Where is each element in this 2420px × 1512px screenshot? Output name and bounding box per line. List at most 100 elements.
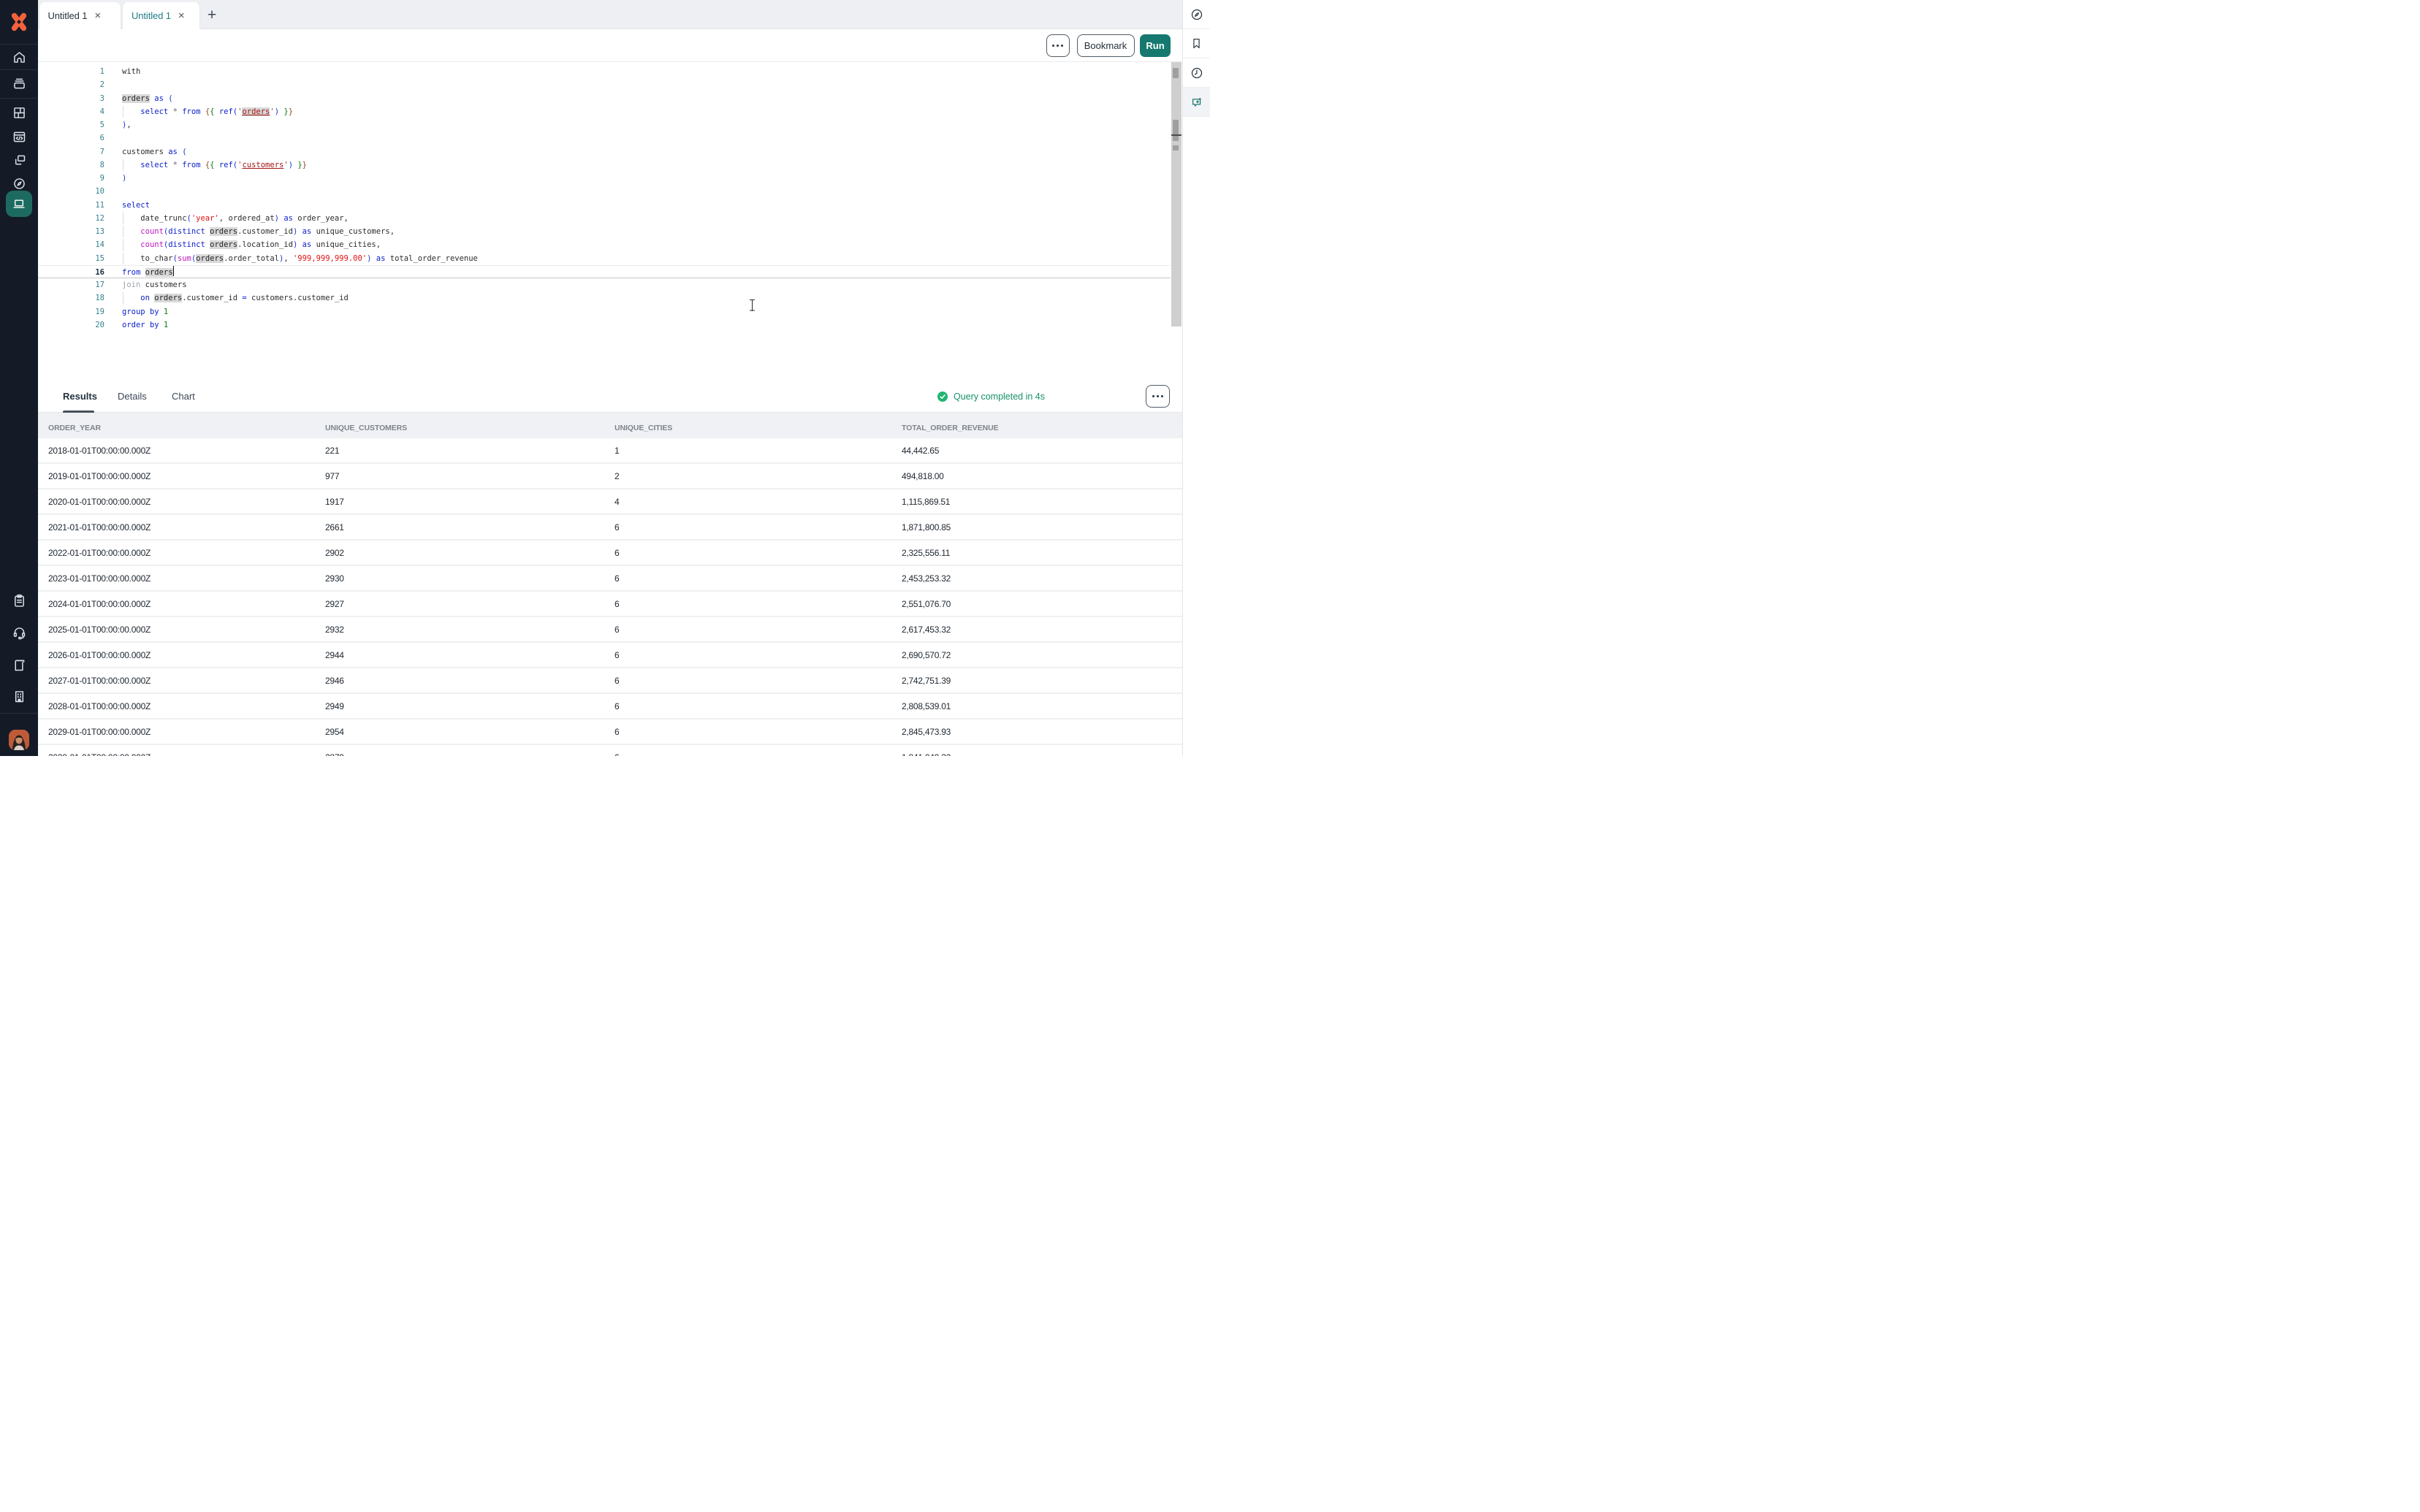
code-line-7[interactable]: 7customers as ( [38, 145, 1171, 159]
line-number: 19 [38, 305, 104, 318]
code-line-15[interactable]: 15 to_char(sum(orders.order_total), '999… [38, 252, 1171, 265]
sidebar-item-collections[interactable] [0, 71, 38, 96]
run-button[interactable]: Run [1140, 34, 1171, 57]
table-cell: 4 [614, 497, 902, 507]
code-line-10[interactable]: 10 [38, 185, 1171, 198]
tab-close-icon[interactable]: × [94, 10, 102, 21]
file-tab-2[interactable]: Untitled 1× [122, 2, 200, 29]
grid-blocks-icon [12, 105, 27, 121]
more-icon [1052, 45, 1063, 47]
table-row[interactable]: 2026-01-01T00:00:00.000Z294462,690,570.7… [38, 643, 1182, 668]
sidebar-item-organization[interactable] [0, 684, 38, 709]
code-line-2[interactable]: 2 [38, 78, 1171, 91]
table-cell: 494,818.00 [902, 471, 1182, 481]
right-sidebar-item-ai-assistant[interactable] [1183, 88, 1210, 117]
table-row[interactable]: 2030-01-01T00:00:00.000Z287961,841,049.3… [38, 745, 1182, 756]
table-cell: 2,742,751.39 [902, 676, 1182, 686]
results-more-button[interactable] [1146, 385, 1170, 408]
line-number: 12 [38, 212, 104, 225]
table-row-cells: 2027-01-01T00:00:00.000Z294662,742,751.3… [38, 668, 1182, 692]
mouse-ibeam-cursor [749, 299, 756, 312]
success-check-icon [937, 392, 948, 402]
right-sidebar-item-history[interactable] [1183, 58, 1210, 88]
sidebar-item-apps[interactable] [0, 100, 38, 125]
sidebar-item-shared[interactable] [0, 148, 38, 172]
code-text: with [122, 65, 140, 78]
column-header-unique_customers[interactable]: UNIQUE_CUSTOMERS [325, 424, 614, 432]
table-row[interactable]: 2018-01-01T00:00:00.000Z221144,442.65 [38, 438, 1182, 464]
results-tab-details[interactable]: Details [118, 380, 147, 413]
sidebar-divider [0, 713, 38, 714]
line-number: 11 [38, 199, 104, 212]
table-cell: 2954 [325, 727, 614, 737]
table-cell: 2025-01-01T00:00:00.000Z [38, 625, 325, 635]
code-line-6[interactable]: 6 [38, 131, 1171, 145]
app-logo[interactable] [0, 0, 38, 44]
editor-scrollbar[interactable] [1171, 62, 1182, 327]
table-row[interactable]: 2024-01-01T00:00:00.000Z292762,551,076.7… [38, 592, 1182, 617]
code-line-12[interactable]: 12 date_trunc('year', ordered_at) as ord… [38, 212, 1171, 225]
code-line-14[interactable]: 14 count(distinct orders.location_id) as… [38, 238, 1171, 251]
right-sidebar-item-explore[interactable] [1183, 0, 1210, 29]
results-tab-results[interactable]: Results [63, 380, 94, 413]
code-line-16[interactable]: 16from orders [38, 265, 1171, 278]
sidebar-item-compute[interactable] [0, 191, 38, 217]
code-line-5[interactable]: 5), [38, 118, 1171, 131]
table-row-cells: 2018-01-01T00:00:00.000Z221144,442.65 [38, 438, 1182, 462]
scroll-marker [1173, 145, 1179, 150]
sql-editor[interactable]: 1with23orders as (4 select * from {{ ref… [38, 62, 1182, 380]
table-cell: 2902 [325, 548, 614, 558]
code-line-13[interactable]: 13 count(distinct orders.customer_id) as… [38, 225, 1171, 238]
table-row[interactable]: 2020-01-01T00:00:00.000Z191741,115,869.5… [38, 489, 1182, 515]
table-cell: 977 [325, 471, 614, 481]
sidebar-item-home[interactable] [0, 45, 38, 69]
sidebar-item-support[interactable] [0, 620, 38, 645]
table-cell: 6 [614, 522, 902, 532]
table-row[interactable]: 2028-01-01T00:00:00.000Z294962,808,539.0… [38, 694, 1182, 719]
code-line-11[interactable]: 11select [38, 199, 1171, 212]
compass-icon [12, 176, 27, 191]
code-text: date_trunc('year', ordered_at) as order_… [122, 212, 349, 225]
code-line-4[interactable]: 4 select * from {{ ref('orders') }} [38, 105, 1171, 118]
code-text: order by 1 [122, 318, 168, 332]
code-text: orders as ( [122, 92, 173, 105]
results-tab-chart[interactable]: Chart [172, 380, 194, 413]
code-line-3[interactable]: 3orders as ( [38, 92, 1171, 105]
code-line-20[interactable]: 20 order by 1 [38, 318, 1171, 332]
more-options-button[interactable] [1046, 34, 1070, 57]
table-row[interactable]: 2021-01-01T00:00:00.000Z266161,871,800.8… [38, 515, 1182, 541]
table-cell: 2030-01-01T00:00:00.000Z [38, 752, 325, 757]
table-header-row: ORDER_YEARUNIQUE_CUSTOMERSUNIQUE_CITIEST… [38, 418, 1182, 438]
table-row[interactable]: 2025-01-01T00:00:00.000Z293262,617,453.3… [38, 617, 1182, 643]
line-number: 20 [38, 318, 104, 332]
table-row[interactable]: 2029-01-01T00:00:00.000Z295462,845,473.9… [38, 719, 1182, 745]
right-sidebar-item-bookmarks[interactable] [1183, 29, 1210, 58]
clipboard-icon [12, 593, 27, 608]
sidebar-item-changelog[interactable] [0, 588, 38, 613]
user-avatar[interactable] [9, 730, 29, 750]
new-tab-button[interactable]: + [201, 4, 223, 26]
table-cell: 2020-01-01T00:00:00.000Z [38, 497, 325, 507]
code-line-1[interactable]: 1with [38, 65, 1171, 78]
column-header-order_year[interactable]: ORDER_YEAR [38, 424, 325, 432]
table-row[interactable]: 2023-01-01T00:00:00.000Z293062,453,253.3… [38, 566, 1182, 592]
table-row[interactable]: 2019-01-01T00:00:00.000Z9772494,818.00 [38, 464, 1182, 489]
column-header-unique_cities[interactable]: UNIQUE_CITIES [614, 424, 902, 432]
bookmark-button[interactable]: Bookmark [1077, 34, 1135, 57]
line-number: 13 [38, 225, 104, 238]
tab-close-icon[interactable]: × [178, 10, 186, 21]
sidebar-item-code[interactable] [0, 124, 38, 149]
code-line-8[interactable]: 8 select * from {{ ref('customers') }} [38, 159, 1171, 172]
table-row[interactable]: 2022-01-01T00:00:00.000Z290262,325,556.1… [38, 541, 1182, 566]
column-header-total_order_revenue[interactable]: TOTAL_ORDER_REVENUE [902, 424, 1182, 432]
code-lines: 1with23orders as (4 select * from {{ ref… [38, 65, 1171, 332]
line-number: 15 [38, 252, 104, 265]
code-line-9[interactable]: 9) [38, 172, 1171, 185]
file-tab-1[interactable]: Untitled 1× [39, 2, 121, 29]
table-cell: 2 [614, 471, 902, 481]
table-row[interactable]: 2027-01-01T00:00:00.000Z294662,742,751.3… [38, 668, 1182, 694]
code-line-19[interactable]: 19group by 1 [38, 305, 1171, 318]
sidebar-item-docs[interactable] [0, 652, 38, 677]
code-line-18[interactable]: 18 on orders.customer_id = customers.cus… [38, 291, 1171, 305]
code-line-17[interactable]: 17join customers [38, 278, 1171, 291]
